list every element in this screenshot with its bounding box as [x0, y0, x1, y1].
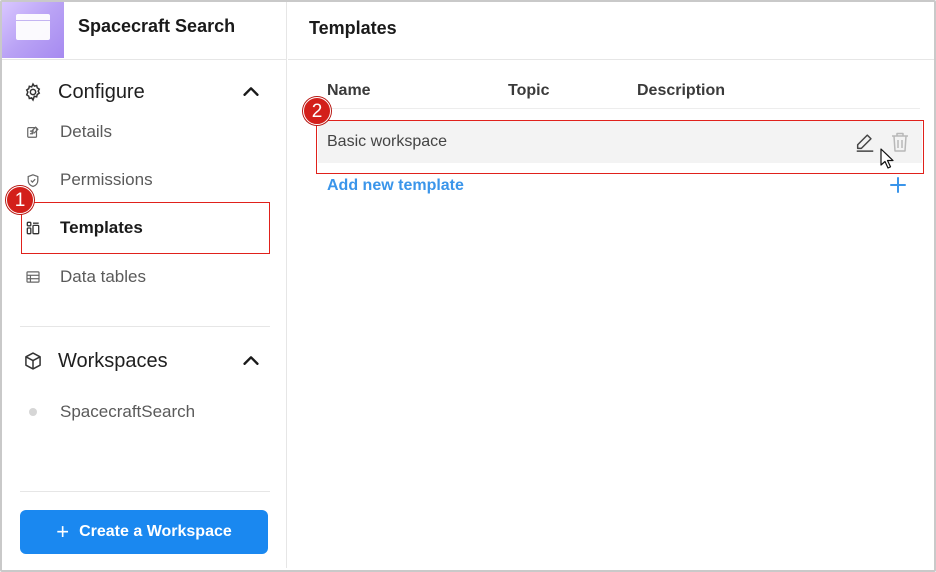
- sidebar-item-data-tables[interactable]: Data tables: [22, 259, 272, 295]
- plus-icon: +: [56, 519, 70, 544]
- add-new-template-link[interactable]: Add new template: [327, 177, 464, 195]
- dot-icon: [22, 407, 44, 417]
- app-header: Spacecraft Search: [2, 2, 287, 60]
- app-title: Spacecraft Search: [78, 16, 236, 36]
- app-logo: [2, 2, 64, 58]
- workspaces-section-header[interactable]: Workspaces: [22, 346, 272, 376]
- column-header-topic[interactable]: Topic: [508, 82, 549, 100]
- page-title: Templates: [309, 18, 397, 38]
- column-header-name[interactable]: Name: [327, 82, 371, 100]
- gear-icon: [22, 81, 44, 103]
- highlight-box-templates: [21, 202, 270, 254]
- main-panel: Templates Name Topic Description Basic w…: [288, 2, 934, 568]
- chevron-up-icon[interactable]: [240, 81, 262, 103]
- sidebar-item-label: Details: [60, 122, 112, 141]
- sidebar-item-label: SpacecraftSearch: [60, 402, 196, 421]
- create-workspace-label: Create a Workspace: [79, 523, 232, 540]
- highlight-box-row: [316, 120, 924, 174]
- main-header: Templates: [288, 2, 934, 60]
- sidebar-item-label: Data tables: [60, 267, 146, 286]
- section-divider: [20, 491, 270, 492]
- shield-icon: [22, 173, 44, 188]
- table-icon: [22, 271, 44, 283]
- chevron-up-icon[interactable]: [240, 350, 262, 372]
- configure-label: Configure: [58, 80, 145, 103]
- sidebar-item-permissions[interactable]: Permissions: [22, 162, 272, 198]
- workspaces-label: Workspaces: [58, 349, 168, 372]
- browser-window-icon: [16, 14, 50, 40]
- cube-icon: [22, 350, 44, 372]
- sidebar-item-label: Permissions: [60, 170, 153, 189]
- step-badge-1: 1: [6, 186, 34, 214]
- section-divider: [20, 326, 270, 327]
- sidebar: Spacecraft Search Configure Details Perm…: [2, 2, 287, 568]
- configure-section-header[interactable]: Configure: [22, 77, 272, 107]
- sidebar-item-details[interactable]: Details: [22, 114, 272, 150]
- sidebar-item-workspace[interactable]: SpacecraftSearch: [22, 394, 272, 430]
- create-workspace-button[interactable]: + Create a Workspace: [20, 510, 268, 554]
- mouse-cursor-icon: [880, 148, 894, 169]
- add-plus-icon[interactable]: [888, 175, 908, 195]
- table-header-divider: [318, 108, 920, 109]
- column-header-description[interactable]: Description: [637, 82, 725, 100]
- edit-note-icon: [22, 125, 44, 139]
- step-badge-2: 2: [303, 97, 331, 125]
